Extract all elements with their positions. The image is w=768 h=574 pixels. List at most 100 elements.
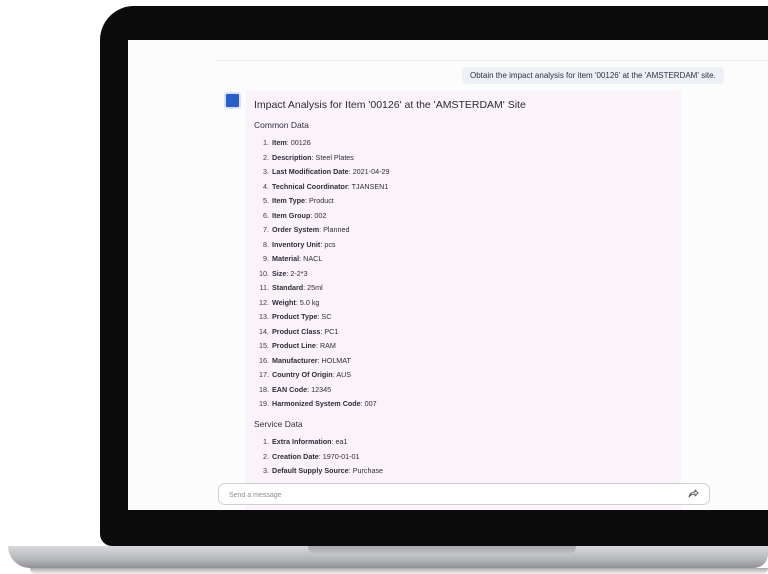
item-number: 18. <box>259 384 269 394</box>
item-key: Country Of Origin <box>272 370 333 379</box>
list-item: 3. Default Supply Source: Purchase <box>256 466 383 481</box>
divider <box>216 60 768 61</box>
item-number: 2. <box>263 152 269 162</box>
item-number: 4. <box>263 181 269 191</box>
item-key: Weight <box>272 297 296 307</box>
item-value: HOLMAT <box>321 355 351 365</box>
list-item: 12. Weight: 5.0 kg <box>256 298 389 313</box>
list-item: 8. Inventory Unit: pcs <box>256 240 389 255</box>
item-key: Product Class <box>272 326 321 336</box>
list-item: 1. Extra Information: ea1 <box>256 437 383 452</box>
item-number: 6. <box>263 210 269 220</box>
item-key: Creation Date <box>272 451 319 461</box>
send-arrow-icon[interactable] <box>687 488 699 500</box>
item-number: 7. <box>263 225 269 234</box>
list-item: 5. Item Type: Product <box>256 196 389 211</box>
list-item: 19. Harmonized System Code: 007 <box>256 399 389 414</box>
item-value: ea1 <box>335 437 348 446</box>
item-value: 002 <box>314 210 327 220</box>
item-number: 2. <box>263 451 269 461</box>
item-key: Product Line <box>272 341 316 350</box>
item-value: 2021-04-29 <box>352 167 390 176</box>
item-key: Manufacturer <box>272 355 318 365</box>
item-key: Item Group <box>272 210 311 220</box>
list-item: 14. Product Class: PC1 <box>256 327 389 342</box>
item-number: 10. <box>259 268 269 278</box>
list-item: 10. Size: 2-2*3 <box>256 269 389 284</box>
list-item: 4. Technical Coordinator: TJANSEN1 <box>256 182 389 197</box>
list-item: 2. Description: Steel Plates <box>256 153 389 168</box>
laptop-screen: Obtain the impact analysis for item '001… <box>128 40 768 510</box>
item-value: SC <box>321 312 332 321</box>
list-item: 16. Manufacturer: HOLMAT <box>256 356 389 371</box>
item-key: Default Supply Source <box>272 466 349 475</box>
list-item: 18. EAN Code: 12345 <box>256 385 389 400</box>
item-number: 16. <box>259 355 269 365</box>
item-number: 11. <box>259 283 269 292</box>
list-item: 17. Country Of Origin: AUS <box>256 370 389 385</box>
item-value: AUS <box>336 370 352 379</box>
item-key: Item <box>272 138 287 147</box>
item-value: 5.0 kg <box>299 297 320 307</box>
item-number: 13. <box>259 312 269 321</box>
item-key: Material <box>272 254 300 263</box>
list-item: 1. Item: 00126 <box>256 138 389 153</box>
item-value: 00126 <box>290 138 311 147</box>
message-composer <box>218 483 710 505</box>
item-value: PC1 <box>324 326 339 336</box>
item-number: 12. <box>259 297 269 307</box>
item-value: 007 <box>364 399 377 408</box>
common-data-list: 1. Item: 00126 2. Description: Steel Plates… <box>256 138 389 414</box>
section-heading-service: Service Data <box>254 419 303 429</box>
item-key: Size <box>272 268 287 278</box>
item-value: 1970-01-01 <box>322 451 360 461</box>
item-number: 3. <box>263 466 269 475</box>
item-number: 8. <box>263 239 269 249</box>
user-message: Obtain the impact analysis for item '001… <box>462 67 724 84</box>
item-key: Order System <box>272 225 320 234</box>
item-value: TJANSEN1 <box>351 181 389 191</box>
answer-title: Impact Analysis for Item '00126' at the … <box>254 99 526 111</box>
assistant-answer: Impact Analysis for Item '00126' at the … <box>246 90 681 510</box>
item-key: Item Type <box>272 196 306 205</box>
item-key: Standard <box>272 283 304 292</box>
section-heading-common: Common Data <box>254 120 309 130</box>
item-value: NACL <box>303 254 323 263</box>
item-number: 17. <box>259 370 269 379</box>
item-key: Technical Coordinator <box>272 181 348 191</box>
service-data-list: 1. Extra Information: ea1 2. Creation Date:… <box>256 437 383 481</box>
item-key: Description <box>272 152 312 162</box>
item-number: 14. <box>259 326 269 336</box>
item-number: 1. <box>263 437 269 446</box>
item-key: Product Type <box>272 312 318 321</box>
item-value: 25ml <box>307 283 323 292</box>
item-key: Inventory Unit <box>272 239 321 249</box>
item-number: 3. <box>263 167 269 176</box>
item-value: RAM <box>319 341 336 350</box>
item-number: 5. <box>263 196 269 205</box>
item-number: 15. <box>259 341 269 350</box>
item-value: Purchase <box>352 466 384 475</box>
list-item: 6. Item Group: 002 <box>256 211 389 226</box>
item-number: 19. <box>259 399 269 408</box>
item-key: Last Modification Date <box>272 167 349 176</box>
item-value: 12345 <box>311 384 332 394</box>
item-value: pcs <box>324 239 336 249</box>
list-item: 13. Product Type: SC <box>256 312 389 327</box>
item-value: Planned <box>323 225 350 234</box>
item-value: 2-2*3 <box>290 268 308 278</box>
item-value: Product <box>309 196 334 205</box>
laptop-shadow <box>30 568 768 574</box>
assistant-avatar-icon <box>224 92 241 109</box>
list-item: 7. Order System: Planned <box>256 225 389 240</box>
list-item: 9. Material: NACL <box>256 254 389 269</box>
item-key: EAN Code <box>272 384 308 394</box>
item-key: Harmonized System Code <box>272 399 361 408</box>
item-key: Extra Information <box>272 437 332 446</box>
item-number: 9. <box>263 254 269 263</box>
message-input[interactable] <box>227 487 671 503</box>
laptop-notch <box>308 546 576 556</box>
list-item: 3. Last Modification Date: 2021-04-29 <box>256 167 389 182</box>
item-number: 1. <box>263 138 269 147</box>
list-item: 11. Standard: 25ml <box>256 283 389 298</box>
